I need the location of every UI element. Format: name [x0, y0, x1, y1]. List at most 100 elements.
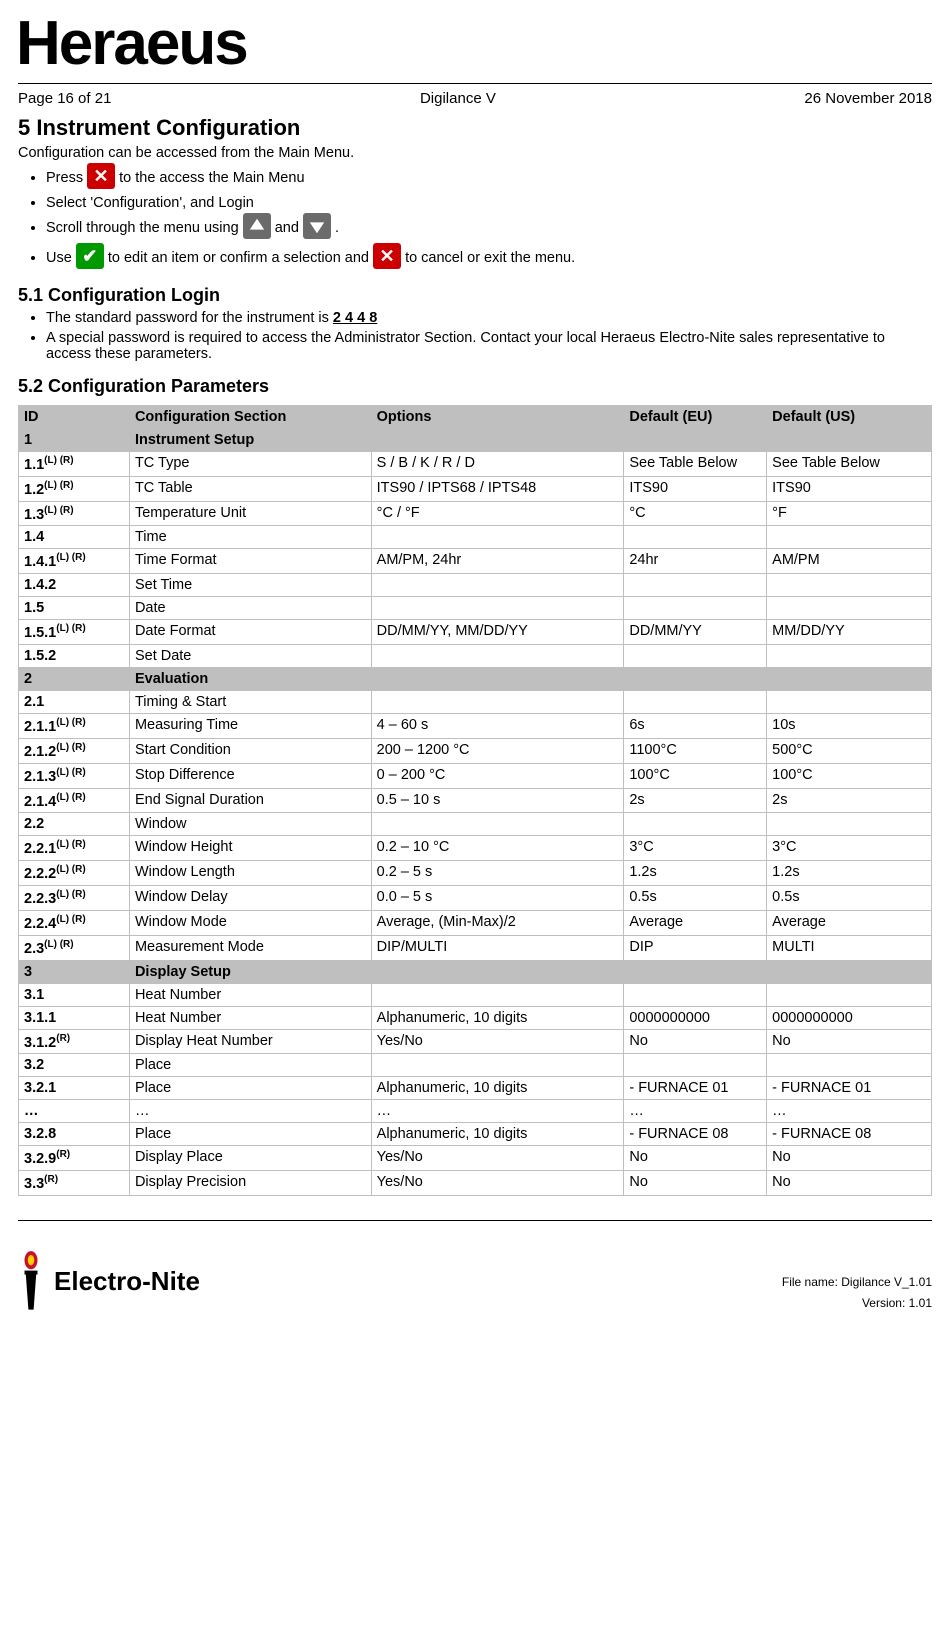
cell-id: 1.3(L) (R): [19, 501, 130, 526]
cell-eu: [624, 983, 767, 1006]
cell-id: 1.4.2: [19, 574, 130, 597]
cell-options: [371, 1054, 624, 1077]
cell-section: Window Delay: [129, 886, 371, 911]
table-row: 2.1.4(L) (R)End Signal Duration0.5 – 10 …: [19, 788, 932, 813]
table-row: 2.1Timing & Start: [19, 691, 932, 714]
table-row: 2.2.4(L) (R)Window ModeAverage, (Min-Max…: [19, 910, 932, 935]
table-row: 1.3(L) (R)Temperature Unit°C / °F°C°F: [19, 501, 932, 526]
table-row: 1.5.2Set Date: [19, 645, 932, 668]
cell-eu: 0000000000: [624, 1006, 767, 1029]
cell-us: ITS90: [767, 476, 932, 501]
cell-eu: [624, 691, 767, 714]
cell-section: Evaluation: [129, 668, 371, 691]
cell-id: 1.5: [19, 597, 130, 620]
cell-options: [371, 645, 624, 668]
cell-options: 0.2 – 10 °C: [371, 836, 624, 861]
table-row: 1.2(L) (R)TC TableITS90 / IPTS68 / IPTS4…: [19, 476, 932, 501]
cell-id: 2.1.3(L) (R): [19, 763, 130, 788]
cell-options: DIP/MULTI: [371, 935, 624, 960]
cell-section: Place: [129, 1123, 371, 1146]
cell-us: [767, 429, 932, 452]
intro-text: Configuration can be accessed from the M…: [18, 145, 932, 161]
cell-eu: 0.5s: [624, 886, 767, 911]
cell-id: 1.2(L) (R): [19, 476, 130, 501]
cell-eu: [624, 668, 767, 691]
cell-eu: [624, 645, 767, 668]
version-text: Version: 1.01: [782, 1293, 932, 1313]
close-icon: ✕: [87, 163, 115, 189]
cell-eu: Average: [624, 910, 767, 935]
cell-eu: No: [624, 1146, 767, 1171]
cell-options: DD/MM/YY, MM/DD/YY: [371, 620, 624, 645]
cell-us: [767, 813, 932, 836]
check-icon: ✔: [76, 243, 104, 269]
cell-options: °C / °F: [371, 501, 624, 526]
cell-options: Yes/No: [371, 1029, 624, 1054]
footer-meta: File name: Digilance V_1.01 Version: 1.0…: [782, 1272, 932, 1313]
list-item: Use ✔ to edit an item or confirm a selec…: [46, 245, 932, 271]
cell-options: ITS90 / IPTS68 / IPTS48: [371, 476, 624, 501]
cell-section: Instrument Setup: [129, 429, 371, 452]
col-id: ID: [19, 406, 130, 429]
cell-us: Average: [767, 910, 932, 935]
cell-options: Alphanumeric, 10 digits: [371, 1077, 624, 1100]
cell-options: [371, 574, 624, 597]
cell-section: Window Length: [129, 861, 371, 886]
cell-id: 3.1.1: [19, 1006, 130, 1029]
cell-id: 1.1(L) (R): [19, 452, 130, 477]
cell-id: …: [19, 1100, 130, 1123]
cell-options: 200 – 1200 °C: [371, 738, 624, 763]
table-row: 1.4Time: [19, 526, 932, 549]
cell-eu: 1100°C: [624, 738, 767, 763]
cell-eu: °C: [624, 501, 767, 526]
cell-id: 2.1.4(L) (R): [19, 788, 130, 813]
cell-options: 0.0 – 5 s: [371, 886, 624, 911]
cell-options: 0.5 – 10 s: [371, 788, 624, 813]
subsection-heading: 5.1 Configuration Login: [18, 285, 932, 306]
table-row: 1.1(L) (R)TC TypeS / B / K / R / D See Ta…: [19, 452, 932, 477]
table-row: 3.1.1Heat NumberAlphanumeric, 10 digits0…: [19, 1006, 932, 1029]
page-number: Page 16 of 21: [18, 90, 111, 107]
cell-id: 3.1.2(R): [19, 1029, 130, 1054]
cell-section: Time Format: [129, 549, 371, 574]
cell-id: 2.2.2(L) (R): [19, 861, 130, 886]
cell-id: 2.2: [19, 813, 130, 836]
cell-us: 10s: [767, 714, 932, 739]
table-row: 1.5.1(L) (R)Date FormatDD/MM/YY, MM/DD/Y…: [19, 620, 932, 645]
text: .: [335, 220, 339, 236]
table-row: 3.2.8PlaceAlphanumeric, 10 digits- FURNA…: [19, 1123, 932, 1146]
cell-us: 100°C: [767, 763, 932, 788]
text: Use: [46, 250, 76, 266]
doc-date: 26 November 2018: [804, 90, 932, 107]
cell-section: TC Type: [129, 452, 371, 477]
subsection-heading: 5.2 Configuration Parameters: [18, 376, 932, 397]
cell-us: 2s: [767, 788, 932, 813]
cell-options: Yes/No: [371, 1171, 624, 1196]
table-row: 1.4.1(L) (R)Time FormatAM/PM, 24hr24hrAM…: [19, 549, 932, 574]
cell-us: 3°C: [767, 836, 932, 861]
cell-id: 2: [19, 668, 130, 691]
table-row: 2.1.1(L) (R)Measuring Time4 – 60 s6s10s: [19, 714, 932, 739]
cell-eu: 3°C: [624, 836, 767, 861]
list-item: Scroll through the menu using and .: [46, 215, 932, 241]
header-rule: [18, 83, 932, 84]
cell-us: °F: [767, 501, 932, 526]
cell-us: See Table Below: [767, 452, 932, 477]
text: Press: [46, 170, 87, 186]
brand-logo: Heraeus: [16, 8, 932, 79]
cell-us: [767, 691, 932, 714]
cell-section: Heat Number: [129, 983, 371, 1006]
cell-section: Display Setup: [129, 960, 371, 983]
table-row: 2Evaluation: [19, 668, 932, 691]
table-row: 2.1.3(L) (R)Stop Difference0 – 200 °C100…: [19, 763, 932, 788]
text: to edit an item or confirm a selection a…: [108, 250, 373, 266]
cell-id: 1: [19, 429, 130, 452]
cell-section: Measuring Time: [129, 714, 371, 739]
cell-section: Measurement Mode: [129, 935, 371, 960]
arrow-up-icon: [243, 213, 271, 239]
cell-us: [767, 526, 932, 549]
cell-section: Set Date: [129, 645, 371, 668]
cell-options: Average, (Min-Max)/2: [371, 910, 624, 935]
cell-options: S / B / K / R / D: [371, 452, 624, 477]
cell-section: Date Format: [129, 620, 371, 645]
